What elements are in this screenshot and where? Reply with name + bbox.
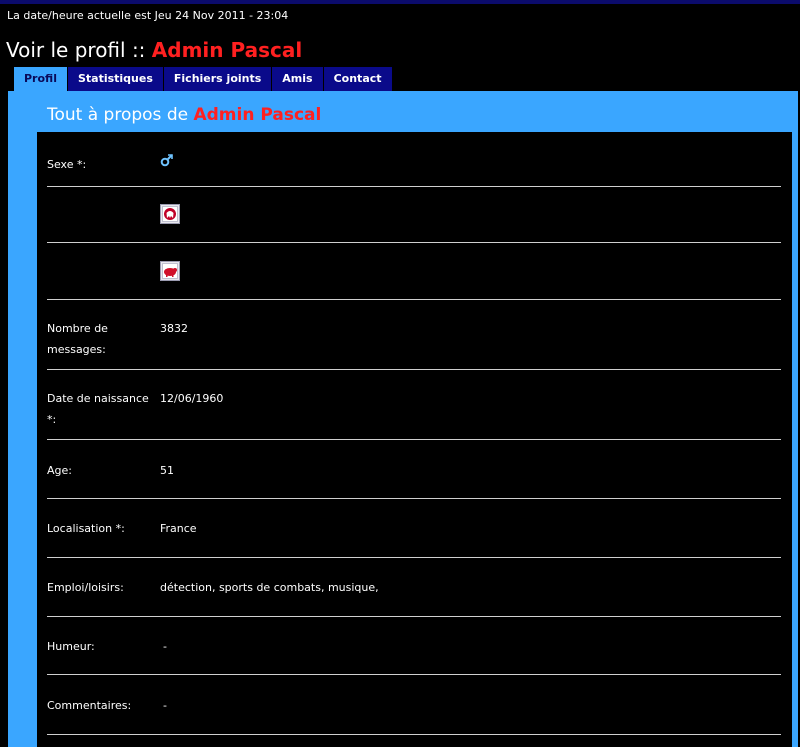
field-label-localisation: Localisation *: bbox=[47, 522, 125, 535]
field-row-emploi: Emploi/loisirs: détection, sports de com… bbox=[47, 558, 781, 617]
profile-panel: Tout à propos de Admin Pascal Sexe *: No… bbox=[8, 91, 798, 747]
field-value-age: 51 bbox=[160, 464, 174, 477]
profile-tabs: Profil Statistiques Fichiers joints Amis… bbox=[14, 67, 393, 91]
field-row-messages: Nombre de messages: 3832 bbox=[47, 300, 781, 370]
page-title-username: Admin Pascal bbox=[151, 38, 303, 62]
current-datetime: La date/heure actuelle est Jeu 24 Nov 20… bbox=[7, 9, 289, 22]
section-title-prefix: Tout à propos de bbox=[47, 105, 194, 125]
field-label-naissance: Date de naissance *: bbox=[47, 392, 149, 426]
tab-contact[interactable]: Contact bbox=[323, 67, 392, 91]
field-value-localisation: France bbox=[160, 522, 197, 535]
field-label-emploi: Emploi/loisirs: bbox=[47, 581, 124, 594]
tab-fichiers-joints[interactable]: Fichiers joints bbox=[163, 67, 272, 91]
page-title-prefix: Voir le profil :: bbox=[6, 38, 152, 62]
field-label-age: Age: bbox=[47, 464, 72, 477]
field-value-messages: 3832 bbox=[160, 322, 188, 335]
field-label-messages: Nombre de messages: bbox=[47, 322, 108, 356]
field-row-naissance: Date de naissance *: 12/06/1960 bbox=[47, 370, 781, 440]
field-row-humeur: Humeur: - bbox=[47, 617, 781, 675]
section-title-username: Admin Pascal bbox=[193, 105, 322, 125]
field-label-commentaires: Commentaires: bbox=[47, 699, 132, 712]
field-value-emploi: détection, sports de combats, musique, bbox=[160, 581, 379, 594]
field-value-humeur: - bbox=[163, 640, 167, 653]
field-row-localisation: Localisation *: France bbox=[47, 499, 781, 558]
field-row-badge-2 bbox=[47, 243, 781, 300]
profile-fields: Sexe *: Nombre de messages: 3832 Date de… bbox=[37, 132, 792, 747]
field-value-naissance: 12/06/1960 bbox=[160, 392, 224, 405]
tab-profil[interactable]: Profil bbox=[14, 67, 67, 91]
top-strip bbox=[0, 0, 800, 4]
field-row-badge-1 bbox=[47, 187, 781, 243]
red-badge-icon bbox=[160, 204, 180, 224]
tab-statistiques[interactable]: Statistiques bbox=[67, 67, 163, 91]
tab-amis[interactable]: Amis bbox=[272, 67, 323, 91]
red-pig-icon bbox=[160, 261, 180, 281]
field-label-sexe: Sexe *: bbox=[47, 158, 87, 171]
field-row-age: Age: 51 bbox=[47, 440, 781, 499]
field-row-commentaires: Commentaires: - bbox=[47, 675, 781, 735]
male-gender-icon bbox=[160, 153, 174, 167]
page-title: Voir le profil :: Admin Pascal bbox=[6, 38, 302, 62]
section-title: Tout à propos de Admin Pascal bbox=[47, 105, 321, 125]
field-value-commentaires: - bbox=[163, 699, 167, 712]
field-label-humeur: Humeur: bbox=[47, 640, 95, 653]
field-row-sexe: Sexe *: bbox=[47, 132, 781, 187]
